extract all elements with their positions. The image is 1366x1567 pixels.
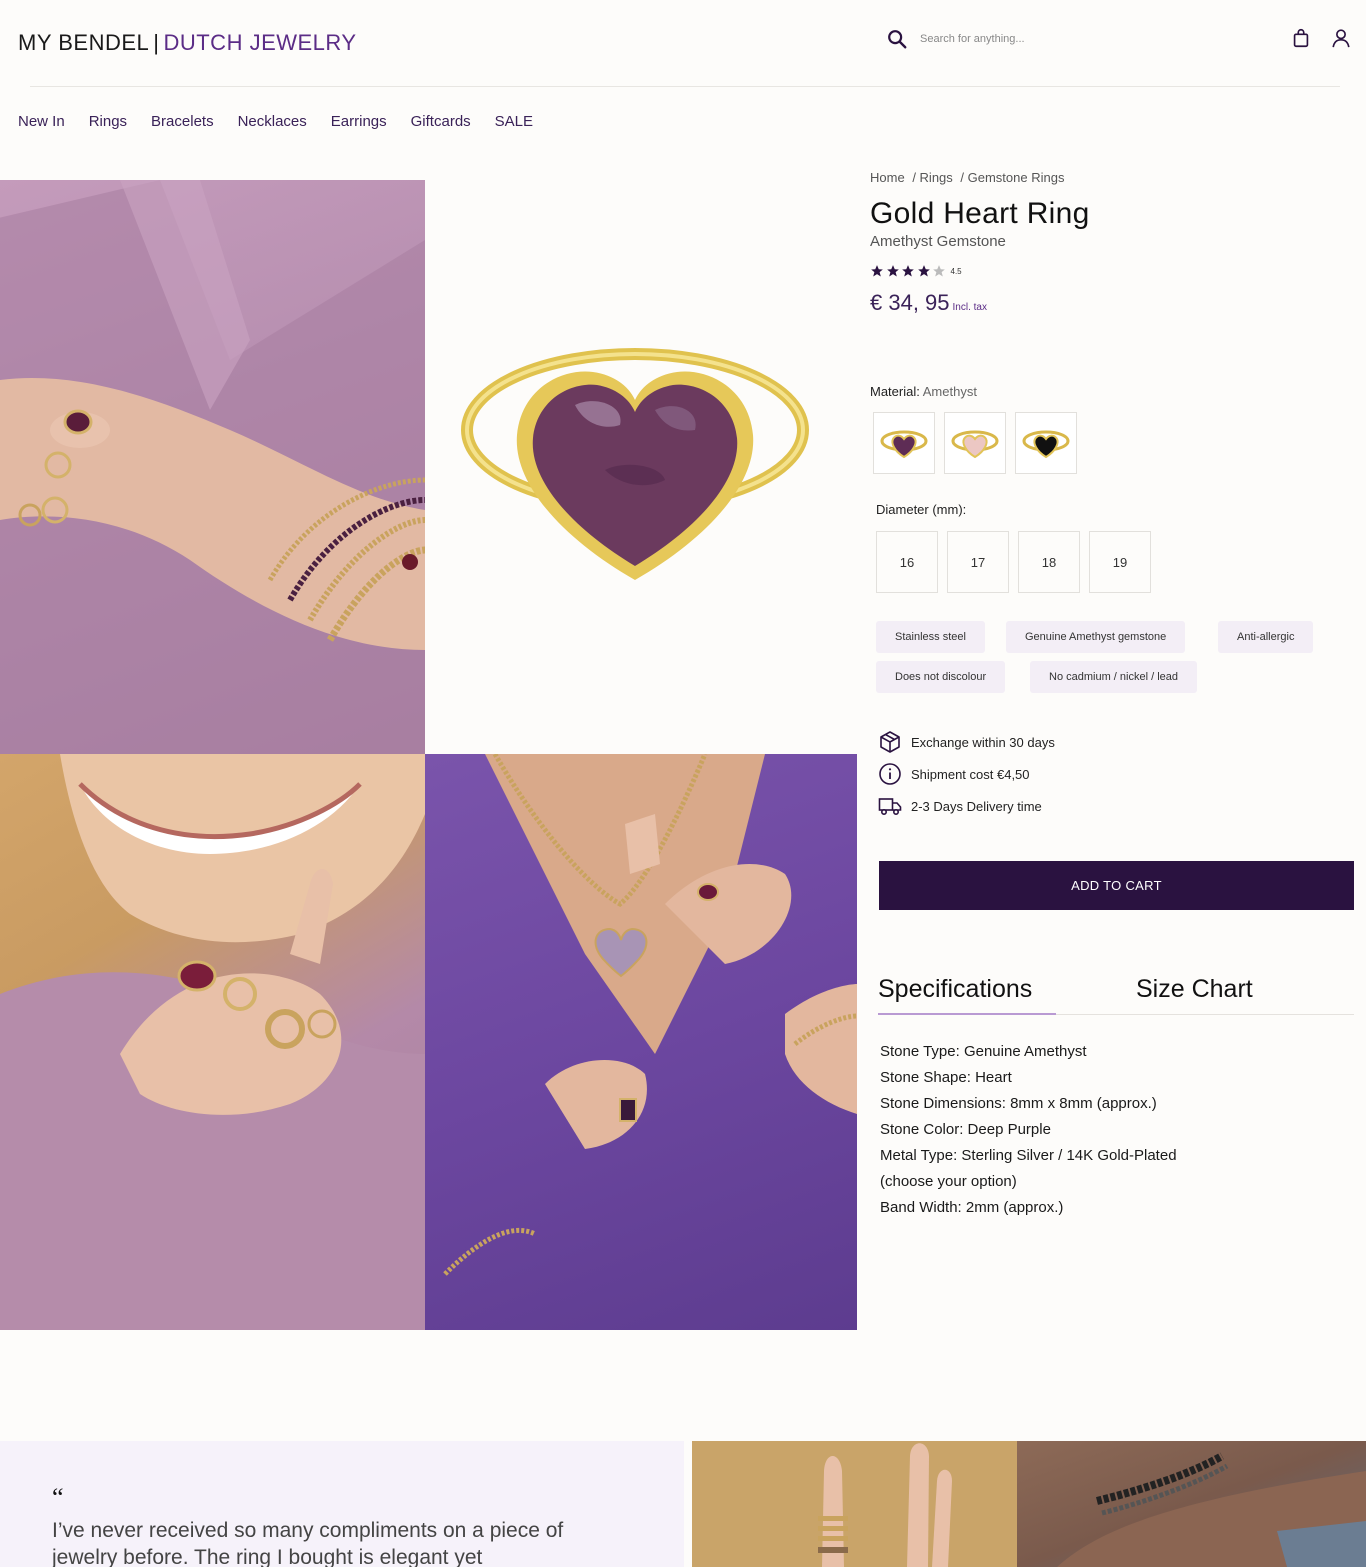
feature-tag: Genuine Amethyst gemstone <box>1006 621 1186 653</box>
spec-line: Band Width: 2mm (approx.) <box>880 1199 1064 1216</box>
promo-photo-fingers[interactable] <box>692 1441 1017 1567</box>
star-icon <box>886 265 899 277</box>
star-icon <box>917 265 930 277</box>
gallery-photo-necklace[interactable] <box>425 754 857 1330</box>
size-option-16[interactable]: 16 <box>876 531 938 593</box>
search-input[interactable] <box>920 33 1180 45</box>
logo-separator: | <box>153 30 160 55</box>
material-label: Material: Amethyst <box>870 384 977 399</box>
swatch-rose-quartz[interactable] <box>944 412 1006 474</box>
logo-tagline: DUTCH JEWELRY <box>163 30 357 55</box>
promo-photo-bracelet[interactable] <box>1017 1441 1366 1567</box>
site-header: MY BENDEL | DUTCH JEWELRY <box>0 0 1366 86</box>
spec-line: Stone Type: Genuine Amethyst <box>880 1043 1087 1060</box>
size-option-19[interactable]: 19 <box>1089 531 1151 593</box>
spec-line: (choose your option) <box>880 1173 1017 1190</box>
gallery-photo-ring-product[interactable] <box>425 180 857 754</box>
size-option-17[interactable]: 17 <box>947 531 1009 593</box>
perk-shipment-text: Shipment cost €4,50 <box>911 766 1030 782</box>
breadcrumb-home[interactable]: Home <box>870 170 905 185</box>
swatch-onyx[interactable] <box>1015 412 1077 474</box>
header-divider <box>30 86 1340 87</box>
perk-delivery-text: 2-3 Days Delivery time <box>911 798 1042 814</box>
spec-line: Stone Color: Deep Purple <box>880 1121 1051 1138</box>
nav-giftcards[interactable]: Giftcards <box>411 113 471 130</box>
feature-tag: Does not discolour <box>876 661 1006 693</box>
feature-tag: Stainless steel <box>876 621 985 653</box>
size-option-18[interactable]: 18 <box>1018 531 1080 593</box>
diameter-label: Diameter (mm): <box>876 502 967 517</box>
size-selector: 16 17 18 19 <box>876 531 1160 593</box>
nav-earrings[interactable]: Earrings <box>331 113 387 130</box>
feature-tag: Anti-allergic <box>1218 621 1314 653</box>
material-label-text: Material: <box>870 384 920 399</box>
testimonial-text: I’ve never received so many compliments … <box>52 1519 564 1567</box>
material-swatches <box>873 412 1086 474</box>
material-value: Amethyst <box>922 384 977 399</box>
nav-new-in[interactable]: New In <box>18 113 65 130</box>
star-icon <box>871 265 883 277</box>
product-info: Home / Rings / Gemstone Rings Gold Heart… <box>870 170 1360 1216</box>
product-tabs: Specifications Size Chart <box>878 975 1354 1015</box>
product-rating[interactable]: 4.5 <box>870 264 1360 278</box>
tab-specifications[interactable]: Specifications <box>878 975 1032 1004</box>
logo[interactable]: MY BENDEL | DUTCH JEWELRY <box>18 30 357 56</box>
nav-necklaces[interactable]: Necklaces <box>238 113 307 130</box>
product-subtitle: Amethyst Gemstone <box>870 233 1006 250</box>
main-nav: New In Rings Bracelets Necklaces Earring… <box>18 113 557 130</box>
product-price: € 34, 95 Incl. tax <box>870 290 1360 316</box>
perk-exchange: Exchange within 30 days <box>878 726 1055 758</box>
active-tab-indicator <box>878 1013 1056 1015</box>
price-tax-note: Incl. tax <box>952 302 987 313</box>
product-gallery <box>0 180 857 1330</box>
search-bar <box>886 26 1206 52</box>
spec-line: Metal Type: Sterling Silver / 14K Gold-P… <box>880 1147 1177 1164</box>
rating-value: 4.5 <box>950 266 962 276</box>
perk-delivery: 2-3 Days Delivery time <box>878 790 1055 822</box>
price-amount: € 34, 95 <box>870 290 950 315</box>
nav-rings[interactable]: Rings <box>89 113 127 130</box>
spec-line: Stone Dimensions: 8mm x 8mm (approx.) <box>880 1095 1157 1112</box>
user-account-icon[interactable] <box>1330 27 1352 49</box>
swatch-amethyst[interactable] <box>873 412 935 474</box>
gallery-photo-face-hand[interactable] <box>0 754 425 1330</box>
logo-brand: MY BENDEL <box>18 30 150 55</box>
perks-list: Exchange within 30 days Shipment cost €4… <box>878 726 1055 822</box>
breadcrumb: Home / Rings / Gemstone Rings <box>870 170 1360 185</box>
tab-size-chart[interactable]: Size Chart <box>1136 975 1253 1004</box>
testimonial-section: “ I’ve never received so many compliment… <box>0 1441 684 1567</box>
perk-exchange-text: Exchange within 30 days <box>911 734 1055 750</box>
truck-icon <box>878 798 902 816</box>
feature-tag: No cadmium / nickel / lead <box>1030 661 1197 693</box>
gallery-photo-hand-rings[interactable] <box>0 180 425 754</box>
info-icon <box>879 763 901 785</box>
add-to-cart-button[interactable]: ADD TO CART <box>879 861 1354 910</box>
perk-shipment: Shipment cost €4,50 <box>878 758 1055 790</box>
box-icon <box>880 731 900 753</box>
breadcrumb-gemstone-rings[interactable]: / Gemstone Rings <box>960 170 1064 185</box>
star-half-icon <box>933 265 945 277</box>
breadcrumb-rings[interactable]: / Rings <box>912 170 952 185</box>
nav-bracelets[interactable]: Bracelets <box>151 113 214 130</box>
quote-mark-icon: “ <box>52 1483 64 1512</box>
search-icon[interactable] <box>886 28 908 50</box>
star-icon <box>902 265 914 277</box>
shopping-bag-icon[interactable] <box>1290 27 1312 49</box>
specifications-panel: Stone Type: Genuine Amethyst Stone Shape… <box>880 1039 1177 1221</box>
product-title: Gold Heart Ring <box>870 197 1090 230</box>
spec-line: Stone Shape: Heart <box>880 1069 1012 1086</box>
nav-sale[interactable]: SALE <box>495 113 533 130</box>
